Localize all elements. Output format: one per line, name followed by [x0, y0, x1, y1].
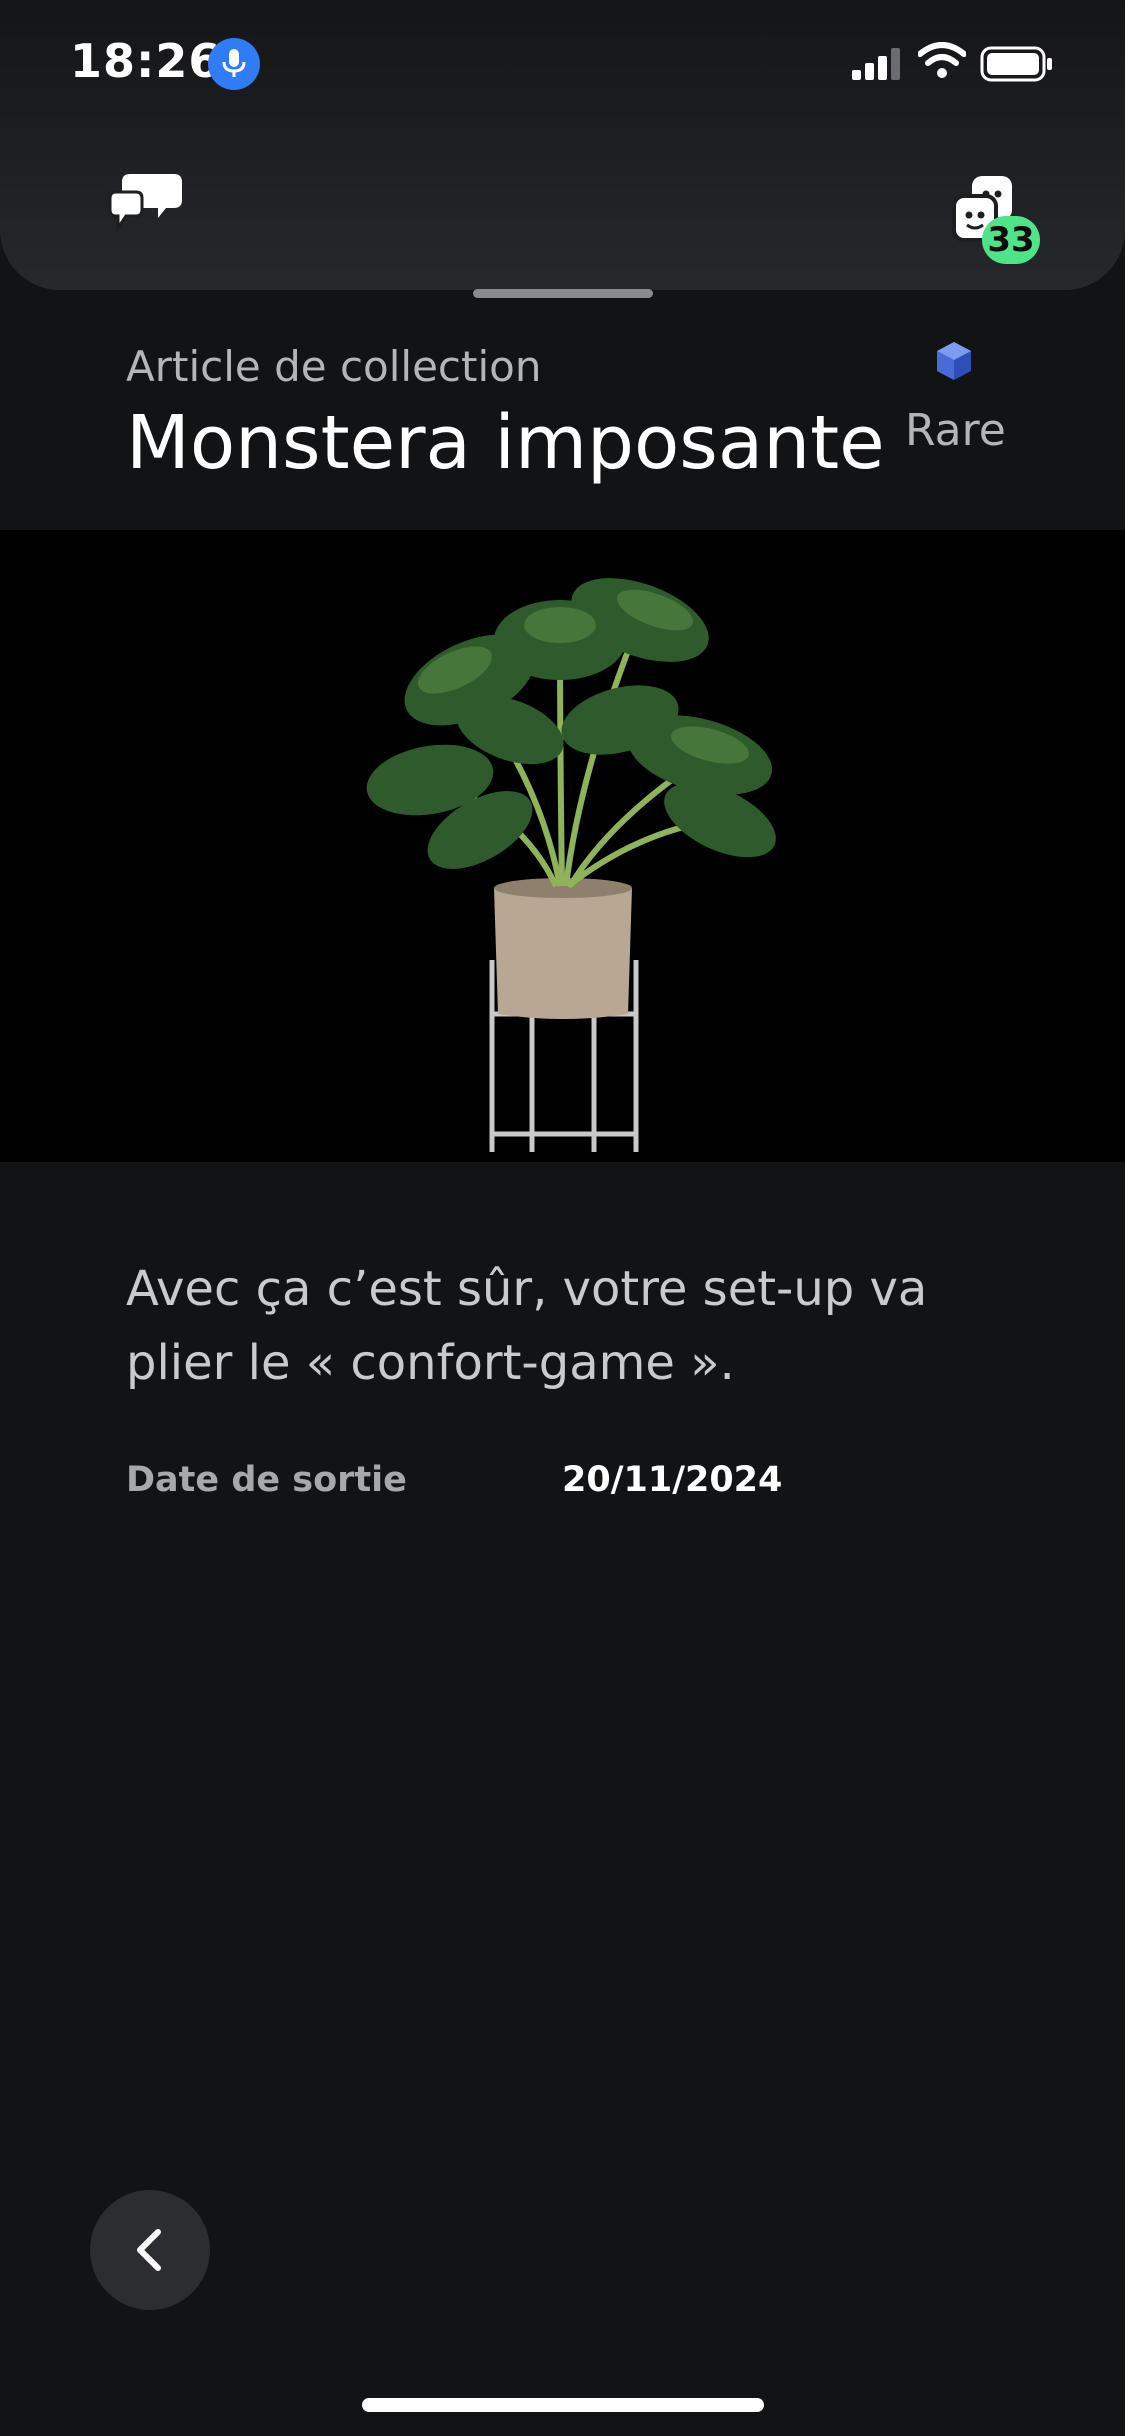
chat-bubbles-icon: [108, 174, 182, 233]
monstera-plant-image: [366, 578, 776, 1152]
item-title: Monstera imposante: [126, 400, 885, 486]
item-description: Avec ça c’est sûr, votre set-up va plier…: [126, 1261, 928, 1391]
back-button[interactable]: [90, 2190, 210, 2310]
status-bar: 18:26: [0, 0, 1125, 130]
sheet-grabber[interactable]: [473, 289, 653, 298]
item-image: [0, 530, 1125, 1162]
release-date-value: 20/11/2024: [562, 1460, 783, 1500]
item-category: Article de collection: [126, 342, 542, 391]
cellular-signal-icon: [852, 48, 902, 84]
chevron-left-icon: [137, 2229, 161, 2271]
battery-icon: [980, 46, 1054, 86]
cube-icon: [934, 340, 974, 386]
home-indicator[interactable]: [362, 2398, 764, 2412]
release-date-label: Date de sortie: [126, 1460, 407, 1500]
status-time: 18:26: [70, 34, 222, 88]
wifi-icon: [917, 42, 967, 84]
friends-count-badge: 33: [982, 216, 1040, 264]
chat-button[interactable]: [108, 172, 184, 236]
microphone-icon: [208, 38, 260, 90]
rarity-label: Rare: [905, 405, 1006, 456]
